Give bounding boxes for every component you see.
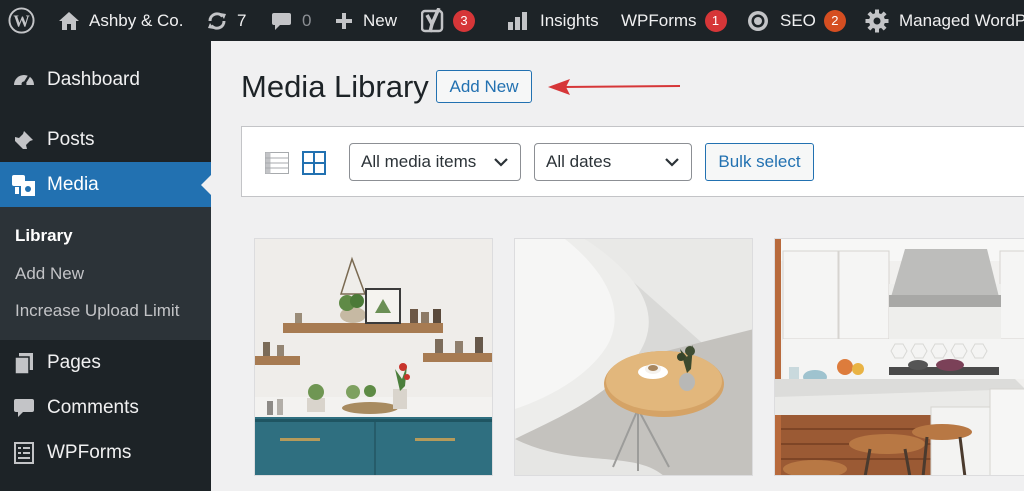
sidebar-item-comments[interactable]: Comments — [0, 387, 211, 429]
media-icon — [11, 172, 37, 198]
wpforms-badge: 1 — [704, 9, 727, 32]
chevron-down-icon — [665, 158, 679, 167]
date-filter[interactable]: All dates — [534, 143, 692, 181]
sidebar-item-media[interactable]: Media — [0, 162, 211, 207]
sidebar-item-label: Posts — [47, 129, 95, 150]
sidebar-item-label: Dashboard — [47, 69, 140, 90]
yoast-icon — [421, 7, 444, 32]
sidebar-item-wpforms[interactable]: WPForms — [0, 432, 211, 474]
seo-link[interactable]: SEO 2 — [746, 0, 846, 41]
add-new-button[interactable]: Add New — [436, 70, 532, 103]
annotation-arrow — [548, 79, 681, 95]
submenu-item-add-new[interactable]: Add New — [15, 264, 84, 284]
seo-badge: 2 — [823, 9, 846, 32]
dashboard-icon — [11, 67, 37, 93]
wpforms-adminbar-label: WPForms — [621, 10, 697, 30]
home-icon — [59, 11, 79, 30]
bar-chart-icon — [508, 11, 527, 30]
list-view-icon[interactable] — [265, 152, 289, 179]
sidebar-item-pages[interactable]: Pages — [0, 342, 211, 384]
current-menu-pointer — [201, 175, 211, 195]
insights-link[interactable]: Insights — [507, 0, 599, 41]
updates-count: 7 — [237, 10, 247, 30]
wpforms-adminbar-link[interactable]: WPForms 1 — [621, 0, 727, 41]
svg-text:W: W — [13, 11, 30, 30]
comment-icon — [272, 12, 291, 30]
wpforms-icon — [11, 440, 37, 466]
pushpin-icon — [11, 127, 37, 153]
sidebar-item-label: Pages — [47, 352, 101, 373]
pages-icon — [11, 350, 37, 376]
submenu-item-library[interactable]: Library — [15, 226, 73, 246]
wordpress-logo-icon[interactable]: W — [8, 0, 35, 41]
admin-bar: W Ashby & Co. 7 0 New 3 Insights WPForms… — [0, 0, 1024, 41]
updates-link[interactable]: 7 — [206, 0, 246, 41]
comments-link[interactable]: 0 — [271, 0, 311, 41]
sidebar-item-dashboard[interactable]: Dashboard — [0, 59, 211, 101]
yoast-badge: 3 — [453, 9, 475, 32]
media-item-kitchen-shelves[interactable] — [254, 238, 493, 476]
media-submenu: Library Add New Increase Upload Limit — [0, 207, 211, 340]
submenu-item-increase-upload-limit[interactable]: Increase Upload Limit — [15, 301, 179, 321]
managed-wordpress-label: Managed WordP — [899, 10, 1024, 30]
sidebar-item-posts[interactable]: Posts — [0, 119, 211, 161]
sidebar-item-label: WPForms — [47, 442, 132, 463]
page-title: Media Library — [241, 69, 429, 104]
chevron-down-icon — [494, 158, 508, 167]
insights-label: Insights — [540, 10, 599, 30]
grid-view-icon[interactable] — [302, 151, 326, 180]
media-toolbar: All media items All dates Bulk select — [241, 126, 1024, 197]
new-label: New — [363, 10, 398, 30]
media-thumbnail-image — [775, 239, 1024, 475]
media-item-white-kitchen[interactable] — [774, 238, 1024, 476]
comments-count: 0 — [302, 10, 312, 30]
media-type-value: All media items — [361, 152, 477, 171]
gear-icon — [865, 9, 889, 32]
admin-sidebar: Dashboard Posts Media Library Add New In… — [0, 41, 211, 491]
media-thumbnail-image — [255, 239, 492, 475]
seo-gear-icon — [748, 10, 768, 31]
site-name: Ashby & Co. — [89, 10, 184, 30]
sidebar-item-label: Media — [47, 173, 99, 195]
refresh-icon — [208, 11, 226, 30]
media-type-filter[interactable]: All media items — [349, 143, 521, 181]
yoast-link[interactable]: 3 — [421, 0, 475, 41]
seo-label: SEO — [780, 10, 816, 30]
comment-icon — [11, 395, 37, 421]
site-name-link[interactable]: Ashby & Co. — [58, 0, 184, 41]
managed-wordpress-link[interactable]: Managed WordP — [865, 0, 1024, 41]
sidebar-item-label: Comments — [47, 397, 139, 418]
media-item-chair-table[interactable] — [514, 238, 753, 476]
bulk-select-button[interactable]: Bulk select — [705, 143, 814, 181]
new-content-link[interactable]: New — [335, 0, 397, 41]
date-filter-value: All dates — [546, 152, 612, 171]
media-thumbnail-image — [515, 239, 752, 475]
plus-icon — [336, 12, 352, 29]
